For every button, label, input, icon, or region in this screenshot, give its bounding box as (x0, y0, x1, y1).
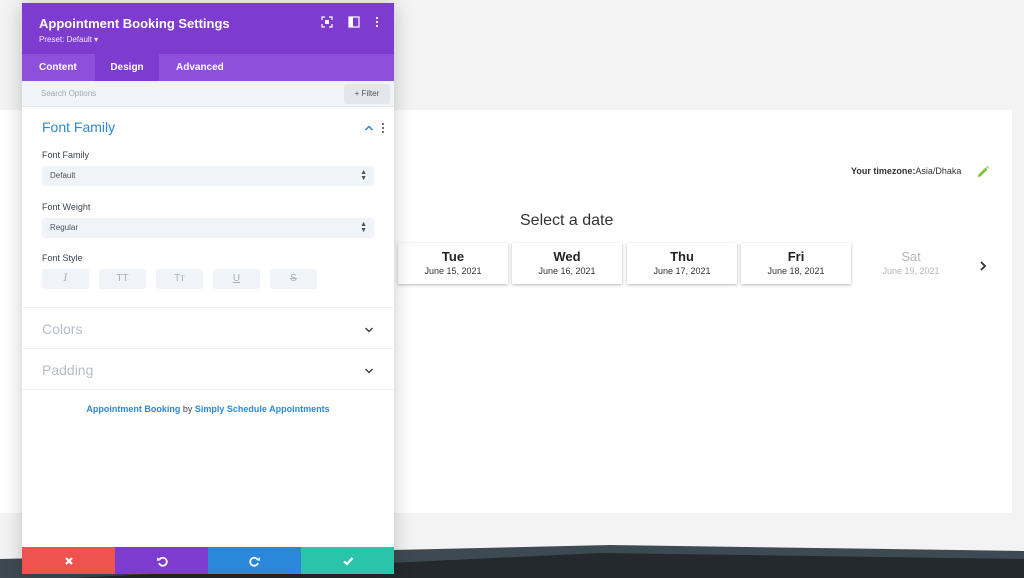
underline-button[interactable]: U (213, 269, 260, 289)
day-date: June 19, 2021 (882, 266, 940, 276)
timezone-value: Asia/Dhaka (915, 166, 962, 176)
settings-panel: Appointment Booking Settings Preset: Def… (22, 3, 394, 574)
day-card-thu[interactable]: Thu June 17, 2021 (627, 243, 737, 284)
tab-design[interactable]: Design (95, 54, 159, 81)
preset-dropdown[interactable]: Preset: Default ▾ (39, 35, 98, 44)
day-name: Thu (670, 249, 694, 264)
section-title-font-family[interactable]: Font Family (42, 119, 115, 135)
close-icon (64, 556, 73, 565)
module-credit: Appointment Booking by Simply Schedule A… (22, 404, 394, 414)
select-date-title: Select a date (520, 212, 614, 229)
credit-by-text: by (180, 404, 195, 414)
italic-button[interactable]: I (42, 269, 89, 289)
timezone-info: Your timezone:Asia/Dhaka (851, 166, 961, 176)
pencil-icon[interactable] (976, 165, 990, 179)
day-name: Tue (441, 249, 465, 264)
panel-tabs: Content Design Advanced (22, 54, 394, 81)
day-card-sat: Sat June 19, 2021 (856, 243, 966, 284)
colors-section[interactable]: Colors (22, 308, 394, 349)
sidebar-toggle-icon[interactable] (348, 16, 360, 28)
strikethrough-button[interactable]: S (270, 269, 317, 289)
expand-icon[interactable] (321, 16, 333, 28)
section-title-colors: Colors (42, 321, 83, 337)
save-button[interactable] (301, 547, 394, 574)
capitalize-button[interactable]: Tт (156, 269, 203, 289)
day-name: Sat (901, 249, 921, 264)
day-card-wed[interactable]: Wed June 16, 2021 (512, 243, 622, 284)
chevron-down-icon[interactable] (364, 367, 374, 375)
font-family-select[interactable]: Default ▲ ▼ (42, 166, 374, 186)
appointment-booking-link[interactable]: Appointment Booking (86, 404, 180, 414)
font-weight-value: Regular (50, 223, 79, 232)
section-title-padding: Padding (42, 362, 94, 378)
redo-button[interactable] (208, 547, 301, 574)
chevron-up-icon[interactable] (364, 124, 374, 132)
chevron-down-icon[interactable] (364, 326, 374, 334)
font-style-label: Font Style (42, 253, 83, 263)
tab-advanced[interactable]: Advanced (159, 54, 241, 81)
day-date: June 18, 2021 (767, 266, 825, 276)
font-family-value: Default (50, 171, 76, 180)
undo-button[interactable] (115, 547, 208, 574)
redo-icon (248, 556, 260, 567)
more-options-icon[interactable] (371, 16, 383, 28)
day-date: June 16, 2021 (538, 266, 596, 276)
padding-section[interactable]: Padding (22, 349, 394, 390)
more-options-icon[interactable] (380, 122, 386, 134)
day-name: Fri (787, 249, 805, 264)
select-caret-icon: ▲ ▼ (360, 169, 367, 182)
search-row: Search Options + Filter (22, 81, 394, 107)
day-card-fri[interactable]: Fri June 18, 2021 (741, 243, 851, 284)
panel-title: Appointment Booking Settings (39, 16, 230, 31)
timezone-label: Your timezone: (851, 166, 916, 176)
uppercase-button[interactable]: TT (99, 269, 146, 289)
panel-header: Appointment Booking Settings Preset: Def… (22, 3, 394, 54)
checkmark-icon (342, 556, 353, 566)
day-card-tue[interactable]: Tue June 15, 2021 (398, 243, 508, 284)
filter-button[interactable]: + Filter (344, 84, 390, 104)
ssa-link[interactable]: Simply Schedule Appointments (195, 404, 330, 414)
font-weight-select[interactable]: Regular ▲ ▼ (42, 218, 374, 238)
font-family-label: Font Family (42, 150, 90, 160)
tab-content[interactable]: Content (22, 54, 94, 81)
day-name: Wed (553, 249, 581, 264)
action-bar (22, 547, 394, 574)
chevron-right-icon[interactable] (977, 259, 989, 273)
day-date: June 15, 2021 (424, 266, 482, 276)
font-weight-label: Font Weight (42, 202, 91, 212)
cancel-button[interactable] (22, 547, 115, 574)
day-date: June 17, 2021 (653, 266, 711, 276)
search-input[interactable]: Search Options (41, 89, 96, 98)
select-caret-icon: ▲ ▼ (360, 221, 367, 234)
undo-icon (156, 556, 168, 567)
